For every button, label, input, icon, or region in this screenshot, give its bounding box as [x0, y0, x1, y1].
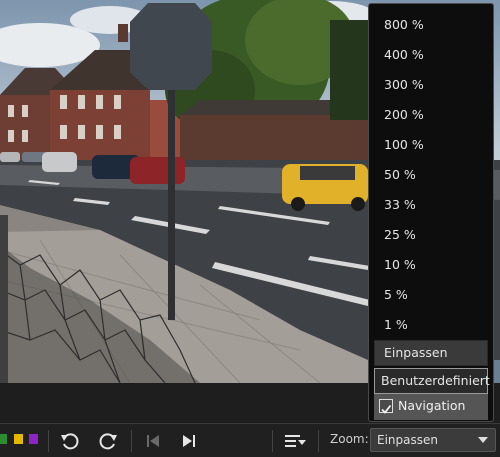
zoom-option-200[interactable]: 200 % — [384, 107, 424, 123]
zoom-fit-button[interactable]: Einpassen — [374, 340, 488, 366]
zoom-option-10[interactable]: 10 % — [384, 257, 416, 273]
zoom-option-100[interactable]: 100 % — [384, 137, 424, 153]
zoom-option-50[interactable]: 50 % — [384, 167, 416, 183]
checkmark-icon — [381, 404, 392, 414]
zoom-option-25[interactable]: 25 % — [384, 227, 416, 243]
zoom-label: Zoom: — [330, 432, 369, 446]
navigation-checkbox[interactable] — [379, 399, 393, 414]
skip-first-icon[interactable] — [144, 432, 162, 450]
navigation-label: Navigation — [398, 398, 466, 413]
zoom-custom-button[interactable]: Benutzerdefiniert — [374, 368, 490, 394]
toolbar-divider — [272, 430, 273, 452]
zoom-option-33[interactable]: 33 % — [384, 197, 416, 213]
zoom-option-5[interactable]: 5 % — [384, 287, 408, 303]
zoom-dropdown-menu: 800 % 400 % 300 % 200 % 100 % 50 % 33 % … — [368, 3, 494, 422]
zoom-select[interactable]: Einpassen — [370, 428, 496, 452]
rotate-right-icon[interactable] — [97, 430, 119, 452]
sort-menu-icon[interactable] — [284, 433, 308, 449]
zoom-option-400[interactable]: 400 % — [384, 47, 424, 63]
zoom-option-1[interactable]: 1 % — [384, 317, 408, 333]
chevron-down-icon — [478, 437, 488, 443]
zoom-select-value: Einpassen — [377, 433, 438, 447]
zoom-option-800[interactable]: 800 % — [384, 17, 424, 33]
toolbar-divider — [48, 430, 49, 452]
rotate-left-icon[interactable] — [59, 430, 81, 452]
navigation-toggle[interactable]: Navigation — [374, 394, 488, 420]
zoom-option-300[interactable]: 300 % — [384, 77, 424, 93]
skip-last-icon[interactable] — [180, 432, 198, 450]
toolbar-divider — [131, 430, 132, 452]
color-label-purple[interactable] — [29, 434, 38, 444]
color-label-yellow[interactable] — [14, 434, 23, 444]
toolbar-divider — [318, 430, 319, 452]
color-label-green[interactable] — [0, 434, 7, 444]
